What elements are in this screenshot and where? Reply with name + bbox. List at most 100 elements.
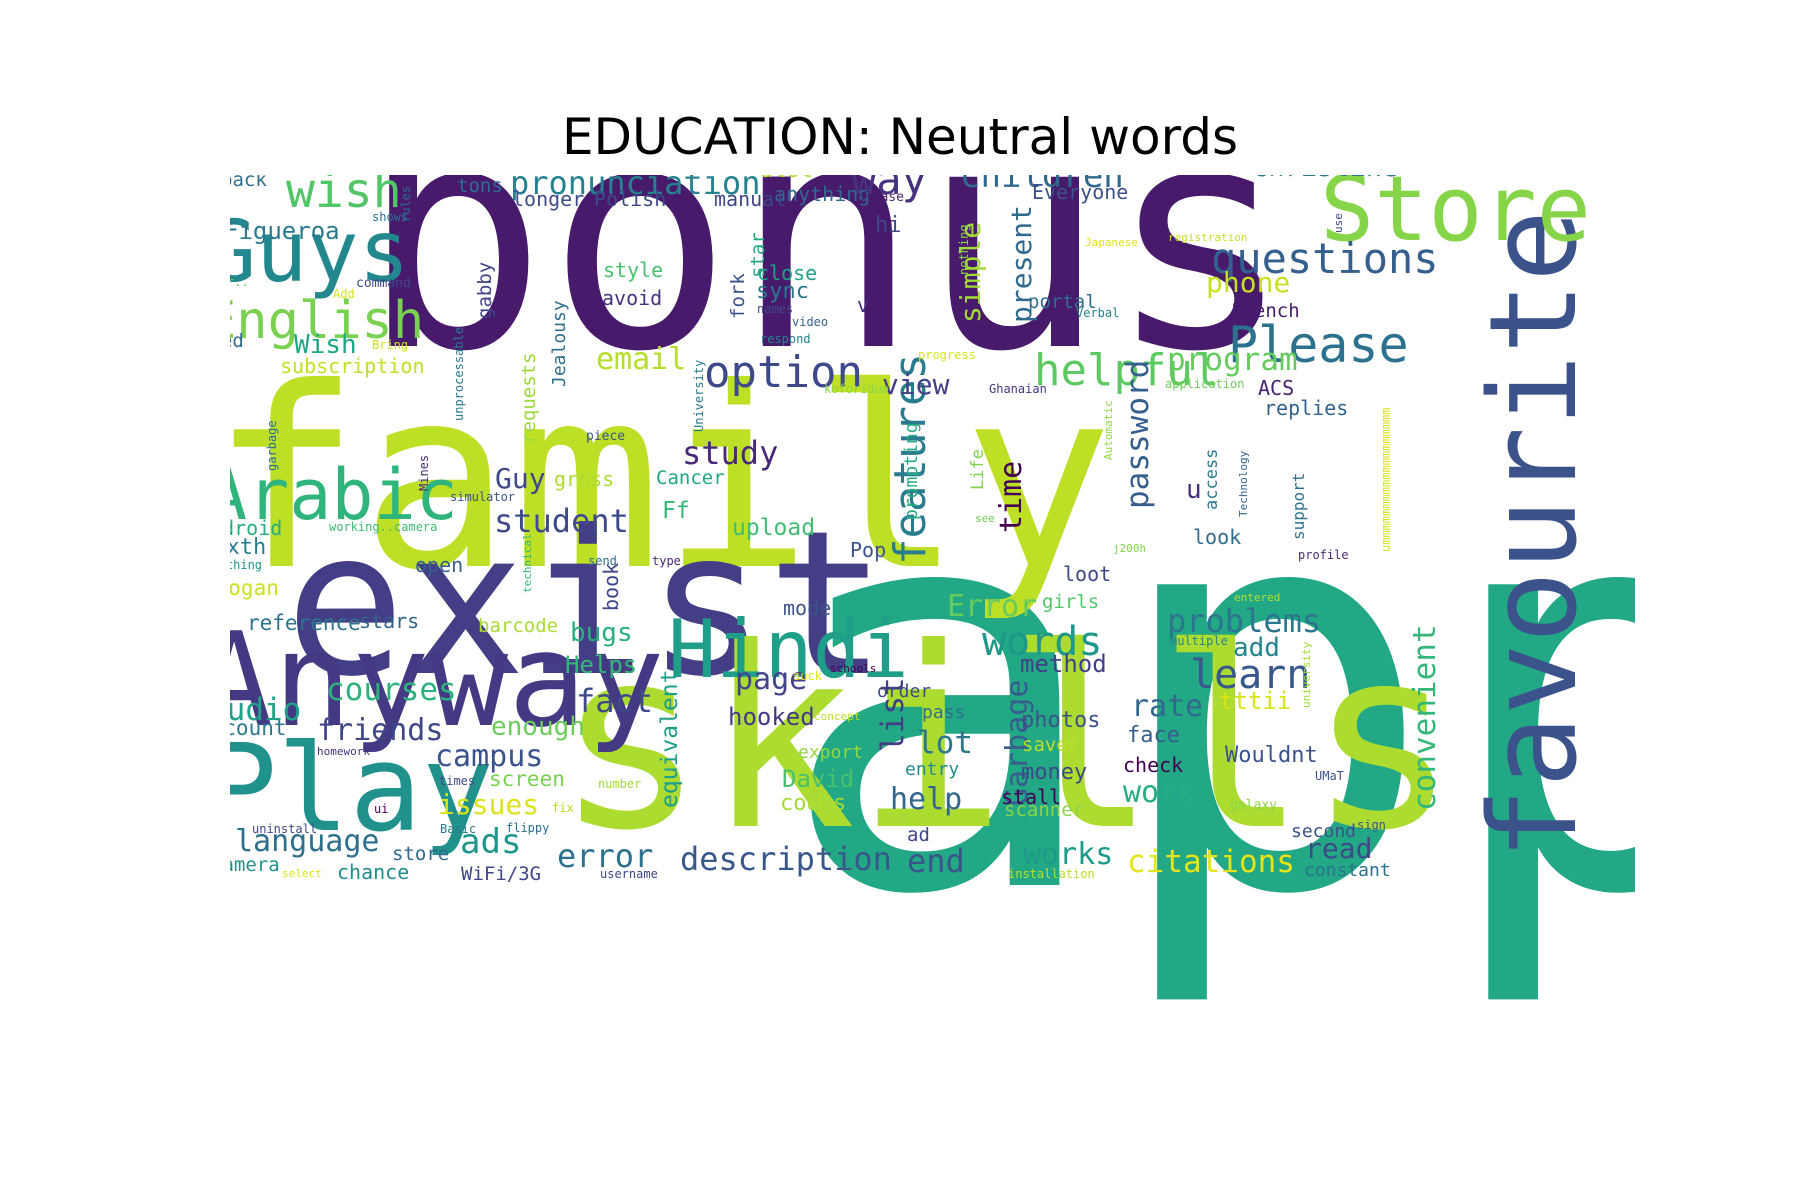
word-reference: reference <box>247 611 361 635</box>
word-flippy: flippy <box>506 821 550 835</box>
word-equivalent: equivalent <box>657 669 683 808</box>
word-second: second <box>1291 821 1357 842</box>
word-subscription: subscription <box>280 354 425 378</box>
word-ghanaian: Ghanaian <box>989 382 1047 396</box>
word-android: android <box>230 516 283 540</box>
word-see: see <box>975 512 995 525</box>
word-something: something <box>230 558 263 572</box>
word-number: number <box>598 777 642 791</box>
word-fact: fact <box>576 682 654 720</box>
word-rate: rate <box>1131 689 1204 724</box>
word-bugs: bugs <box>570 618 633 648</box>
word-alot: alot <box>760 175 813 182</box>
word-screen: screen <box>489 767 565 791</box>
word-stall: stall <box>1001 785 1062 809</box>
word-look: look <box>1193 525 1242 549</box>
word-select: select <box>282 867 322 880</box>
word-concept: concept <box>814 710 861 723</box>
word-sync: sync <box>756 279 809 304</box>
word-command: command <box>356 276 411 291</box>
word-french: French <box>1231 300 1300 322</box>
word-book: book <box>599 562 623 611</box>
word-constant: constant <box>1304 860 1391 881</box>
word-add: add <box>1233 633 1280 663</box>
word-hooked: hooked <box>728 703 815 731</box>
chart-title: EDUCATION: Neutral words <box>561 108 1239 166</box>
word-citations: citations <box>1127 844 1295 880</box>
word-girls: girls <box>1042 591 1100 613</box>
word-description: description <box>680 840 892 878</box>
word-ad: ad <box>907 824 930 846</box>
word-correct: correct <box>887 810 938 824</box>
word-ui: ui <box>374 802 389 816</box>
word-upload: upload <box>732 515 816 541</box>
word-multiple: multiple <box>1170 634 1228 648</box>
word-face: face <box>1127 723 1180 748</box>
word-garbage: garbage <box>265 420 279 471</box>
word-barcode: barcode <box>478 615 559 637</box>
word-galaxy: galaxy <box>1230 798 1277 813</box>
word-end: end <box>907 842 965 880</box>
word-university: university <box>1300 641 1313 708</box>
word-unprocessable: unprocessable <box>452 327 466 421</box>
word-support: support <box>1289 472 1308 540</box>
word-gabby: gabby <box>474 261 496 319</box>
word-open: open <box>415 553 464 577</box>
word-need: need <box>230 330 244 352</box>
word-student: student <box>494 502 629 540</box>
word-pass: pass <box>922 702 966 723</box>
word-life: Life <box>968 449 988 490</box>
word-sixth: Sixth <box>230 535 267 560</box>
word-email: email <box>596 342 687 377</box>
word-order: order <box>877 681 932 702</box>
word-program: program <box>1167 342 1298 378</box>
word-wish: wish <box>286 175 402 219</box>
word-polish: Polish <box>594 187 667 211</box>
word-time: time <box>994 460 1029 533</box>
word-fork: fork <box>727 273 749 319</box>
word-please: please <box>857 190 904 205</box>
word-names: names <box>757 302 794 316</box>
word-longer: longer <box>512 187 585 211</box>
word-video: video <box>792 315 829 329</box>
word-automatic: Automatic <box>1102 400 1115 460</box>
word-gross: gross <box>554 467 615 491</box>
word-account: account <box>230 716 287 740</box>
word-respond: respond <box>760 332 811 346</box>
word-type: type <box>652 554 681 568</box>
word-favourite: favourite <box>1465 209 1604 860</box>
word-store: store <box>392 843 450 865</box>
word-registration: registration <box>1168 231 1248 244</box>
word-v: v <box>857 293 870 317</box>
word-everyone: Everyone <box>1032 180 1129 204</box>
word-send: send <box>588 554 617 568</box>
word-use: use <box>1332 213 1345 233</box>
word-progress: progress <box>918 348 976 362</box>
word-working-camera: working..camera <box>329 520 438 534</box>
word-homework: homework <box>317 745 370 758</box>
word-error: Error <box>947 589 1038 624</box>
word-basic: Basic <box>440 822 477 836</box>
word-umat: UMaT <box>1315 769 1344 783</box>
word-study: study <box>682 434 779 472</box>
word-style: style <box>603 258 664 282</box>
word-export: export <box>798 742 864 763</box>
word-chance: chance <box>337 860 410 884</box>
word-figueroa: Figueroa <box>230 217 340 245</box>
word-saver: saver <box>1022 734 1080 756</box>
word-lot: lot <box>917 725 973 761</box>
word-money: money <box>1021 760 1088 785</box>
word-wifi-3g: WiFi/3G <box>461 863 542 885</box>
word-fix: fix <box>552 801 574 815</box>
word-verbal: Verbal <box>1076 306 1120 320</box>
word-tttii: tttii <box>1219 687 1292 715</box>
word-university: University <box>692 359 706 432</box>
word-school: school <box>852 592 892 605</box>
word-j200h: j200h <box>1113 542 1147 555</box>
word-shows: shows <box>372 210 409 224</box>
word-cancer: Cancer <box>656 467 725 489</box>
word-error: error.. <box>230 275 249 289</box>
word-christine: christine <box>1252 175 1398 181</box>
word-method: method <box>1020 650 1107 678</box>
word-tons: tons <box>457 175 503 197</box>
